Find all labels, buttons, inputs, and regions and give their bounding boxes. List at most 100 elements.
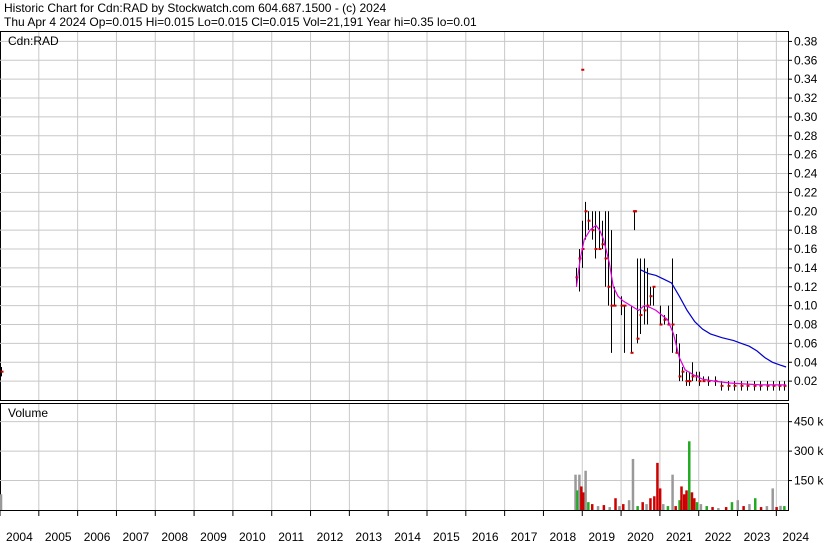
x-tick-label: 2024 xyxy=(782,530,809,543)
x-tick-label: 2006 xyxy=(84,530,111,543)
x-tick-label: 2004 xyxy=(6,530,33,543)
close-tick xyxy=(630,351,634,354)
y-tick-label: 0.08 xyxy=(794,318,818,332)
volume-bar xyxy=(682,494,686,510)
y-tick-label: 0.20 xyxy=(794,204,818,218)
close-tick xyxy=(649,295,653,298)
y-tick-label: 0.26 xyxy=(794,148,818,162)
close-tick xyxy=(636,337,640,340)
x-tick-label: 2021 xyxy=(666,530,693,543)
close-tick xyxy=(591,229,595,232)
close-tick xyxy=(598,248,602,251)
volume-bar xyxy=(685,490,688,510)
x-tick-label: 2007 xyxy=(123,530,150,543)
close-tick xyxy=(639,314,643,317)
y-tick-label: 0.12 xyxy=(794,280,818,294)
close-tick xyxy=(685,380,689,383)
close-tick xyxy=(681,370,685,373)
y-tick-label: 0.04 xyxy=(794,355,818,369)
close-tick xyxy=(0,370,4,373)
close-tick xyxy=(688,380,692,383)
close-tick xyxy=(733,384,737,387)
x-tick-label: 2009 xyxy=(200,530,227,543)
x-tick-label: 2010 xyxy=(239,530,266,543)
volume-bar xyxy=(590,504,594,510)
y-tick-label: 0.30 xyxy=(794,110,818,124)
volume-bar xyxy=(730,502,734,510)
y-tick-label: 0.34 xyxy=(794,72,818,86)
x-tick-label: 2023 xyxy=(744,530,771,543)
close-tick xyxy=(727,384,731,387)
volume-label: Volume xyxy=(8,406,48,420)
volume-bar xyxy=(602,505,606,510)
y-tick-label: 0.06 xyxy=(794,336,818,350)
volume-bar xyxy=(699,504,703,510)
close-tick xyxy=(698,380,702,383)
volume-bar xyxy=(641,502,644,510)
volume-y-tick-label: 450 k xyxy=(794,415,824,429)
volume-bar xyxy=(608,507,611,510)
price-mark xyxy=(634,210,638,213)
volume-bar xyxy=(680,486,683,510)
close-tick xyxy=(702,380,706,383)
volume-bar xyxy=(666,506,670,510)
volume-bar xyxy=(674,506,677,510)
volume-bar xyxy=(690,492,694,510)
volume-bar xyxy=(0,494,3,510)
volume-bar xyxy=(587,502,590,510)
volume-bar xyxy=(783,506,786,510)
volume-bar xyxy=(695,502,699,510)
x-tick-label: 2018 xyxy=(550,530,577,543)
volume-bar xyxy=(596,506,600,510)
volume-panel xyxy=(0,403,789,511)
price-panel xyxy=(0,31,789,401)
volume-bar xyxy=(649,498,652,510)
x-tick-label: 2008 xyxy=(161,530,188,543)
y-tick-label: 0.28 xyxy=(794,129,818,143)
volume-bar xyxy=(662,504,665,510)
x-tick-label: 2011 xyxy=(278,530,304,543)
x-tick-label: 2017 xyxy=(511,530,538,543)
y-tick-label: 0.38 xyxy=(794,34,818,48)
volume-bar xyxy=(775,507,778,510)
y-tick-label: 0.22 xyxy=(794,185,818,199)
volume-bar xyxy=(627,500,631,510)
y-tick-label: 0.16 xyxy=(794,242,818,256)
close-tick xyxy=(613,304,617,307)
x-tick-label: 2019 xyxy=(588,530,615,543)
volume-bar xyxy=(653,496,656,510)
volume-bar xyxy=(656,462,659,510)
volume-bar xyxy=(631,458,635,510)
close-tick xyxy=(620,304,624,307)
x-tick-label: 2013 xyxy=(355,530,382,543)
volume-bar xyxy=(645,504,648,510)
volume-bar xyxy=(618,506,621,510)
close-tick xyxy=(652,285,656,288)
historic-chart: 2004 2005 2006 2007 2008 2009 2010 2011 2012 2013… xyxy=(0,31,824,543)
close-tick xyxy=(584,210,588,213)
y-tick-label: 0.14 xyxy=(794,261,818,275)
y-tick-label: 0.02 xyxy=(794,374,818,388)
volume-bar xyxy=(636,506,639,510)
price-mark xyxy=(581,68,585,71)
volume-bar xyxy=(724,507,728,510)
close-tick xyxy=(607,285,611,288)
y-tick-label: 0.36 xyxy=(794,53,818,67)
close-tick xyxy=(610,304,614,307)
close-tick xyxy=(594,248,598,251)
volume-bar xyxy=(736,500,740,510)
close-tick xyxy=(678,375,682,378)
volume-bar xyxy=(742,506,745,510)
close-tick xyxy=(671,323,675,326)
volume-bar xyxy=(688,441,691,510)
x-tick-label: 2016 xyxy=(472,530,499,543)
symbol-label: Cdn:RAD xyxy=(8,34,59,48)
x-tick-label: 2005 xyxy=(45,530,72,543)
x-tick-label: 2015 xyxy=(433,530,460,543)
close-tick xyxy=(604,257,608,260)
volume-bar xyxy=(717,508,720,510)
y-tick-label: 0.24 xyxy=(794,167,818,181)
y-tick-label: 0.32 xyxy=(794,91,818,105)
volume-bar xyxy=(754,498,757,510)
close-tick xyxy=(720,384,724,387)
